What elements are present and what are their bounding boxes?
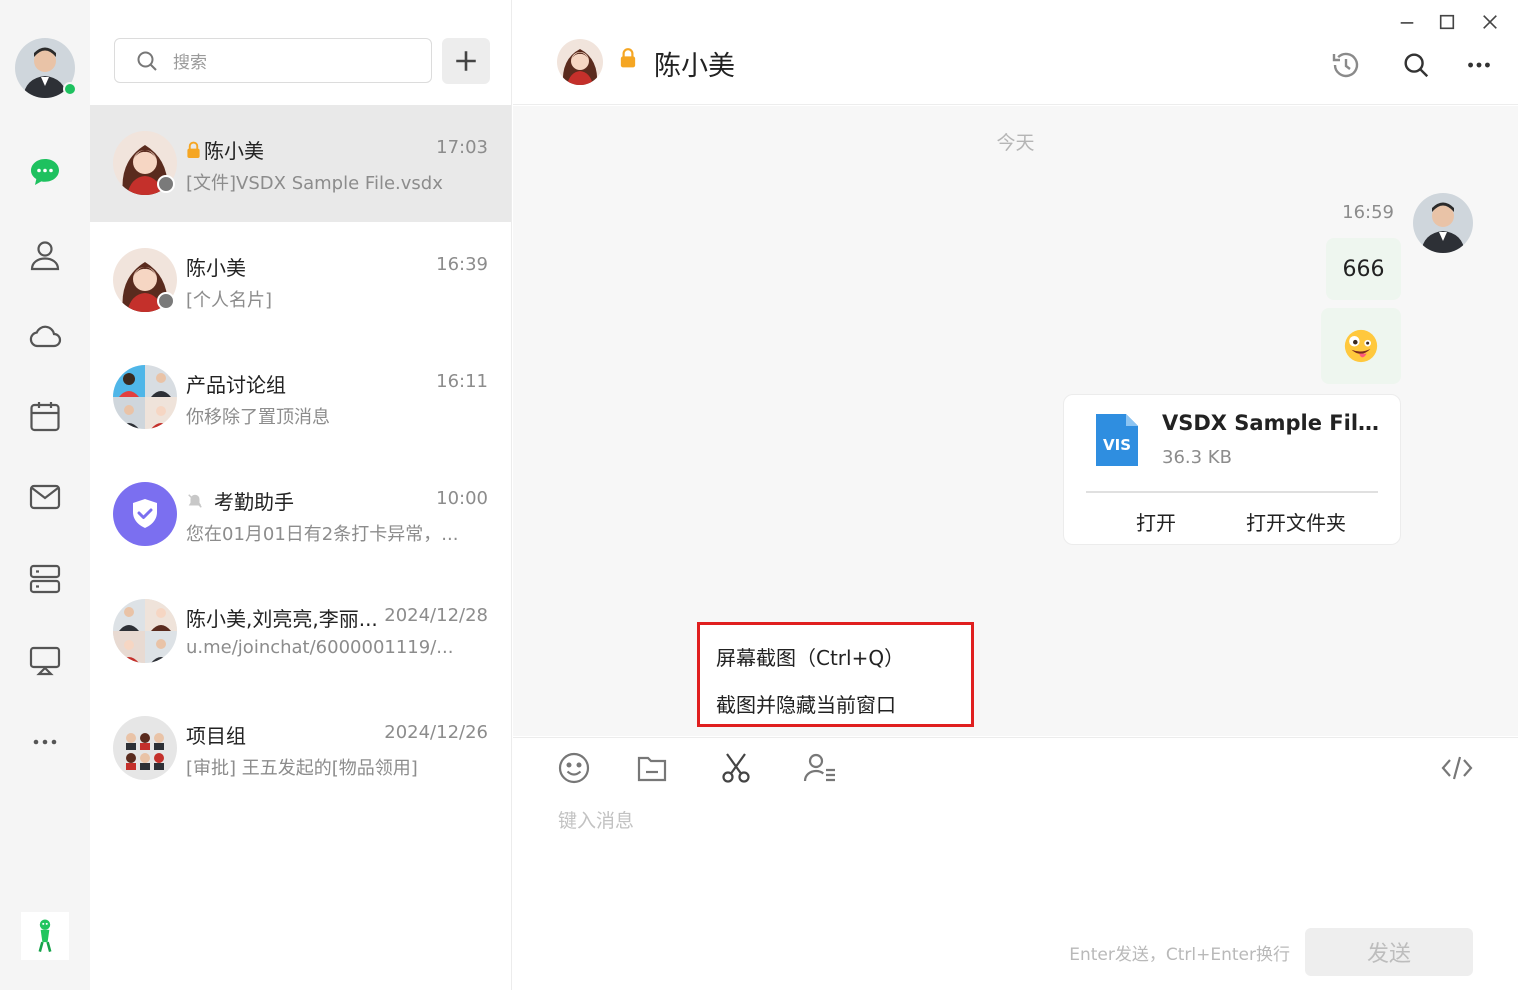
message-time: 16:59 <box>1342 202 1394 223</box>
lock-icon <box>619 47 637 73</box>
conversation-list: 搜索 陈小美 17:03 [文件]VSDX Sample File.vsdx 陈… <box>90 0 512 990</box>
conversation-item[interactable]: 陈小美 16:39 [个人名片] <box>90 222 511 339</box>
conversation-item[interactable]: 陈小美,刘亮亮,李丽... 2024/12/28 u.me/joinchat/6… <box>90 573 511 690</box>
group-avatar <box>113 599 177 663</box>
menu-item-screenshot-hide-window[interactable]: 截图并隐藏当前窗口 <box>716 689 896 718</box>
conversation-time: 16:39 <box>436 254 488 275</box>
send-hint: Enter发送，Ctrl+Enter换行 <box>1069 945 1290 965</box>
conversation-preview: u.me/joinchat/6000001119/... <box>186 637 454 658</box>
status-dot <box>157 292 175 310</box>
more-apps-icon[interactable] <box>25 722 65 762</box>
svg-text:VIS: VIS <box>1103 436 1131 454</box>
conversation-time: 2024/12/28 <box>384 605 488 626</box>
conversation-item[interactable]: 项目组 2024/12/26 [审批] 王五发起的[物品领用] <box>90 690 511 807</box>
maximize-icon[interactable] <box>1433 8 1461 36</box>
file-size: 36.3 KB <box>1162 447 1232 468</box>
scissors-icon[interactable] <box>716 748 756 788</box>
add-button[interactable] <box>442 38 490 84</box>
shield-check-icon <box>133 499 157 528</box>
message-area: 今天 16:59 666 VIS VSDX Sample File.... 36… <box>513 106 1518 736</box>
conversation-name: 陈小美 <box>186 135 264 164</box>
open-file-button[interactable]: 打开 <box>1136 507 1176 536</box>
code-icon[interactable] <box>1437 748 1477 788</box>
chat-header: 陈小美 <box>513 0 1518 105</box>
send-button[interactable]: 发送 <box>1305 928 1473 976</box>
conversation-name: 产品讨论组 <box>186 373 286 397</box>
conversation-time: 16:11 <box>436 371 488 392</box>
emoji-icon[interactable] <box>554 748 594 788</box>
conversation-name: 陈小美,刘亮亮,李丽... <box>186 607 378 631</box>
conversation-name: 考勤助手 <box>186 486 294 515</box>
close-icon[interactable] <box>1476 8 1504 36</box>
conversation-time: 10:00 <box>436 488 488 509</box>
sender-avatar[interactable] <box>1413 193 1473 253</box>
contacts-icon[interactable] <box>25 235 65 275</box>
group-avatar <box>113 365 177 429</box>
file-name: VSDX Sample File.... <box>1162 411 1382 435</box>
minimize-icon[interactable] <box>1393 8 1421 36</box>
text-message-bubble[interactable]: 666 <box>1326 238 1401 300</box>
screenshot-menu: 屏幕截图（Ctrl+Q） 截图并隐藏当前窗口 <box>697 622 974 727</box>
message-input[interactable]: 键入消息 <box>558 806 634 833</box>
folder-icon[interactable] <box>632 748 672 788</box>
conversation-name: 项目组 <box>186 724 246 748</box>
conversation-item[interactable]: 陈小美 17:03 [文件]VSDX Sample File.vsdx <box>90 105 511 222</box>
visio-file-icon: VIS <box>1094 412 1140 472</box>
emoji-message-bubble[interactable] <box>1321 308 1401 384</box>
calendar-icon[interactable] <box>25 396 65 436</box>
conversation-item[interactable]: 产品讨论组 16:11 你移除了置顶消息 <box>90 339 511 456</box>
screen-share-icon[interactable] <box>25 640 65 680</box>
conversation-preview: 您在01月01日有2条打卡异常，... <box>186 524 459 545</box>
chat-icon[interactable] <box>25 152 65 192</box>
mail-icon[interactable] <box>25 477 65 517</box>
more-icon[interactable] <box>1462 48 1496 82</box>
cloud-icon[interactable] <box>25 316 65 356</box>
composer: 键入消息 Enter发送，Ctrl+Enter换行 发送 <box>513 737 1518 990</box>
mention-user-icon[interactable] <box>800 748 840 788</box>
search-input[interactable]: 搜索 <box>114 38 432 83</box>
chat-title: 陈小美 <box>654 51 735 82</box>
conversation-item[interactable]: 考勤助手 10:00 您在01月01日有2条打卡异常，... <box>90 456 511 573</box>
conversation-time: 17:03 <box>436 137 488 158</box>
nav-rail <box>0 0 90 990</box>
status-dot <box>157 175 175 193</box>
history-icon[interactable] <box>1329 48 1363 82</box>
plus-icon <box>456 51 476 71</box>
online-status-dot <box>63 82 77 96</box>
workbench-icon[interactable] <box>25 559 65 599</box>
divider <box>1086 491 1378 493</box>
search-icon[interactable] <box>1399 48 1433 82</box>
attendance-bot-avatar <box>113 482 177 546</box>
lock-icon <box>187 141 200 158</box>
conversation-name: 陈小美 <box>186 256 246 280</box>
conversation-preview: 你移除了置顶消息 <box>186 407 330 428</box>
contact-avatar[interactable] <box>557 39 603 85</box>
conversation-preview: [审批] 王五发起的[物品领用] <box>186 758 418 779</box>
chat-panel: 陈小美 今天 16:59 666 VIS VSDX Sample File...… <box>513 0 1518 990</box>
menu-item-screenshot[interactable]: 屏幕截图（Ctrl+Q） <box>716 642 904 671</box>
crazy-face-emoji-icon <box>1344 329 1378 363</box>
search-icon <box>137 51 157 71</box>
open-folder-button[interactable]: 打开文件夹 <box>1246 507 1346 536</box>
group-avatar <box>113 716 177 780</box>
mascot-app-icon[interactable] <box>21 912 69 960</box>
file-message-card[interactable]: VIS VSDX Sample File.... 36.3 KB 打开 打开文件… <box>1063 394 1401 545</box>
date-separator: 今天 <box>996 132 1035 154</box>
mute-bell-icon <box>188 493 202 508</box>
search-placeholder: 搜索 <box>173 53 207 73</box>
conversation-preview: [文件]VSDX Sample File.vsdx <box>186 173 443 194</box>
conversation-time: 2024/12/26 <box>384 722 488 743</box>
conversation-preview: [个人名片] <box>186 290 273 311</box>
